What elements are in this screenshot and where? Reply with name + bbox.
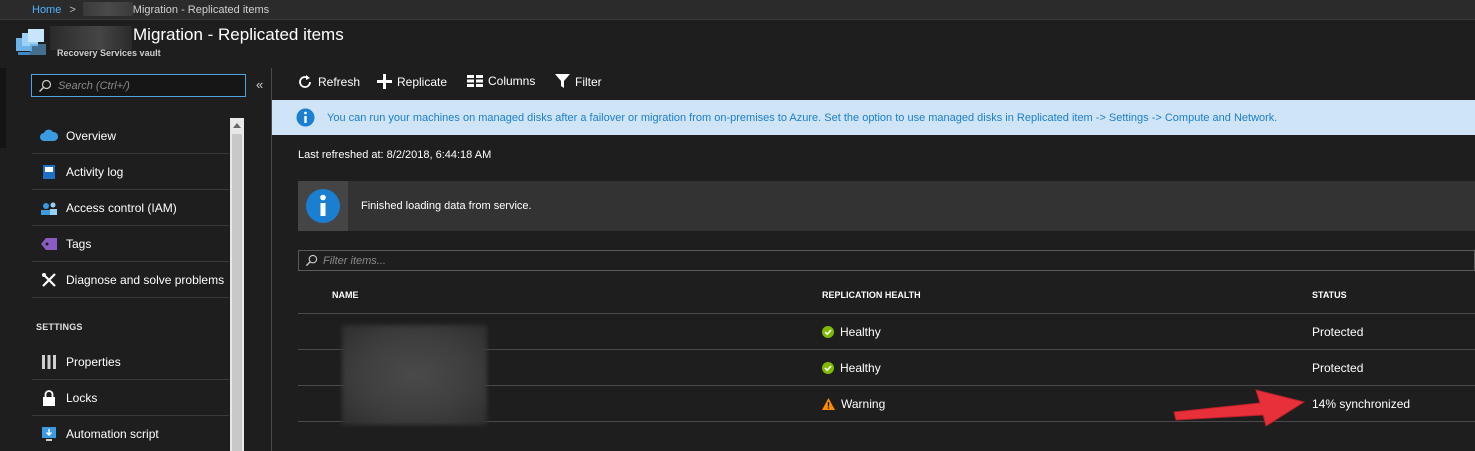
replication-health-cell: Healthy: [822, 325, 881, 339]
refresh-icon: [299, 75, 311, 88]
filter-items-box[interactable]: [298, 250, 1475, 271]
activity-log-icon: [40, 163, 58, 181]
replicate-button[interactable]: Replicate: [377, 74, 447, 89]
filter-icon: [555, 74, 570, 88]
lock-icon: [40, 389, 58, 407]
people-icon: [40, 199, 58, 217]
breadcrumb-current: Migration - Replicated items: [132, 4, 270, 16]
redacted-title-prefix: [50, 26, 132, 50]
warning-triangle-icon: [822, 398, 835, 410]
info-icon: [296, 108, 315, 127]
health-label: Warning: [841, 397, 886, 411]
sidebar-item-label: Properties: [66, 354, 121, 369]
replicate-label: Replicate: [397, 74, 448, 89]
table-header: NAME REPLICATION HEALTH STATUS: [298, 276, 1475, 314]
blade-header: Migration - Replicated items Recovery Se…: [0, 20, 1475, 68]
status-cell: Protected: [1312, 325, 1364, 339]
banner-text[interactable]: You can run your machines on managed dis…: [327, 112, 1277, 124]
scroll-up-arrow-icon[interactable]: [233, 123, 241, 128]
sidebar-scrollbar[interactable]: [230, 118, 244, 451]
sidebar-menu: Overview Activity log Access control (IA…: [32, 118, 229, 451]
sidebar-item-locks[interactable]: Locks: [32, 380, 229, 416]
properties-icon: [40, 353, 58, 371]
page-subtitle: Recovery Services vault: [57, 48, 161, 58]
health-label: Healthy: [840, 361, 881, 375]
wrench-icon: [40, 271, 58, 289]
sidebar-item-label: Tags: [66, 236, 92, 251]
notification-bar: Finished loading data from service.: [298, 181, 1475, 231]
notification-text: Finished loading data from service.: [361, 200, 532, 212]
search-input[interactable]: [58, 77, 242, 94]
managed-disks-info-banner[interactable]: You can run your machines on managed dis…: [272, 100, 1475, 135]
cloud-icon: [40, 127, 58, 145]
sidebar-item-properties[interactable]: Properties: [32, 344, 229, 380]
recovery-vault-icon: [16, 29, 46, 55]
status-cell: Protected: [1312, 361, 1364, 375]
notification-icon-box: [298, 181, 348, 231]
breadcrumb-separator: >: [69, 4, 76, 16]
scrollbar-thumb[interactable]: [232, 134, 242, 451]
columns-button[interactable]: Columns: [467, 74, 535, 88]
breadcrumb-home-link[interactable]: Home: [32, 4, 61, 16]
plus-icon: [377, 74, 392, 89]
column-header-replication-health[interactable]: REPLICATION HEALTH: [822, 290, 921, 300]
filter-items-input[interactable]: [323, 252, 723, 269]
breadcrumb: Home > Migration - Replicated items: [0, 0, 1475, 20]
annotation-red-arrow: [1173, 389, 1306, 427]
sidebar-item-label: Overview: [66, 128, 117, 143]
check-circle-icon: [822, 326, 834, 338]
search-icon: [39, 79, 52, 92]
check-circle-icon: [822, 362, 834, 374]
collapse-sidebar-button[interactable]: «: [256, 77, 263, 92]
command-bar: Refresh Replicate Columns Filter: [272, 68, 1475, 98]
sidebar: « Overview Activity log Access control (…: [6, 68, 272, 451]
automation-icon: [40, 425, 58, 443]
main-content: Refresh Replicate Columns Filter You can…: [272, 68, 1475, 451]
replication-health-cell: Healthy: [822, 361, 881, 375]
filter-button[interactable]: Filter: [555, 74, 602, 89]
sidebar-item-label: Locks: [66, 390, 98, 405]
page-title: Migration - Replicated items: [133, 25, 344, 44]
sidebar-item-label: Activity log: [66, 164, 124, 179]
sidebar-item-activity-log[interactable]: Activity log: [32, 154, 229, 190]
refresh-label: Refresh: [318, 75, 361, 89]
sidebar-item-overview[interactable]: Overview: [32, 118, 229, 154]
redacted-vault-name: [82, 2, 133, 16]
tag-icon: [40, 235, 58, 253]
sidebar-item-access-control[interactable]: Access control (IAM): [32, 190, 229, 226]
columns-label: Columns: [488, 74, 536, 88]
sidebar-item-tags[interactable]: Tags: [32, 226, 229, 262]
search-icon: [305, 254, 318, 267]
column-header-name[interactable]: NAME: [332, 290, 359, 300]
redacted-item-names: [342, 325, 487, 425]
settings-section-header: SETTINGS: [36, 322, 83, 332]
sidebar-item-label: Diagnose and solve problems: [66, 272, 225, 287]
last-refreshed-text: Last refreshed at: 8/2/2018, 6:44:18 AM: [298, 149, 492, 161]
sidebar-search[interactable]: [31, 74, 246, 97]
sidebar-item-automation-script[interactable]: Automation script: [32, 416, 229, 451]
sidebar-item-diagnose[interactable]: Diagnose and solve problems: [32, 262, 229, 298]
refresh-button[interactable]: Refresh: [297, 74, 360, 90]
filter-label: Filter: [575, 74, 602, 89]
replication-health-cell: Warning: [822, 397, 885, 411]
status-cell: 14% synchronized: [1312, 397, 1411, 411]
columns-icon: [467, 75, 483, 87]
info-circle-icon: [306, 189, 340, 223]
health-label: Healthy: [840, 325, 881, 339]
column-header-status[interactable]: STATUS: [1312, 290, 1347, 300]
sidebar-item-label: Access control (IAM): [66, 200, 177, 215]
sidebar-item-label: Automation script: [66, 426, 159, 441]
